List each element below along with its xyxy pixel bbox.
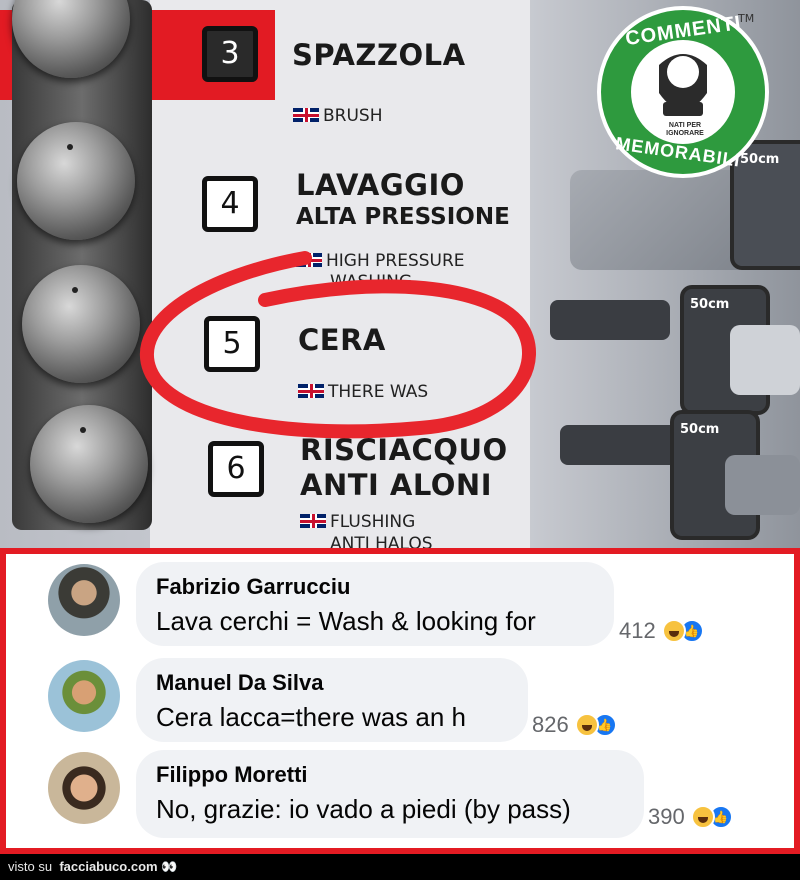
comment-author[interactable]: Filippo Moretti	[156, 762, 624, 788]
trademark: TM	[738, 12, 755, 25]
logo-small-text: NATI PER IGNORARE	[666, 122, 704, 137]
reaction-count: 412	[619, 618, 656, 643]
comment-author[interactable]: Fabrizio Garrucciu	[156, 574, 594, 600]
avatar[interactable]	[48, 660, 120, 732]
avatar[interactable]	[48, 564, 120, 636]
comment-text: Cera lacca=there was an h	[156, 702, 467, 732]
comment-bubble: Fabrizio Garrucciu Lava cerchi = Wash & …	[136, 562, 614, 646]
footer-bar: visto su facciabuco.com 👀	[0, 854, 800, 880]
eyes-icon: 👀	[161, 859, 178, 874]
comment-bubble: Manuel Da Silva Cera lacca=there was an …	[136, 658, 528, 742]
haha-reaction-icon	[661, 619, 686, 643]
reaction-summary[interactable]: 826 👍	[532, 712, 617, 738]
comments-panel: Fabrizio Garrucciu Lava cerchi = Wash & …	[0, 548, 800, 854]
reaction-summary[interactable]: 390 👍	[648, 804, 733, 830]
footer-site-link[interactable]: facciabuco.com	[59, 859, 157, 874]
commenti-memorabili-logo: COMMENTI MEMORABILI NATI PER IGNORARE	[597, 6, 769, 178]
comment-bubble: Filippo Moretti No, grazie: io vado a pi…	[136, 750, 644, 838]
avatar[interactable]	[48, 752, 120, 824]
comment-author[interactable]: Manuel Da Silva	[156, 670, 508, 696]
reaction-summary[interactable]: 412 👍	[619, 618, 704, 644]
haha-reaction-icon	[574, 713, 599, 737]
footer-credit: visto su facciabuco.com 👀	[8, 859, 177, 875]
car-wash-panel-photo: 50cm 50cm 50cm 3 SPAZZOLA BRUSH 4 LAVAGG…	[0, 0, 800, 548]
reaction-count: 826	[532, 712, 569, 737]
reaction-count: 390	[648, 804, 685, 829]
comment-text: No, grazie: io vado a piedi (by pass)	[156, 794, 571, 824]
footer-prefix: visto su	[8, 859, 53, 874]
comment-text: Lava cerchi = Wash & looking for	[156, 606, 536, 636]
haha-reaction-icon	[690, 805, 715, 829]
